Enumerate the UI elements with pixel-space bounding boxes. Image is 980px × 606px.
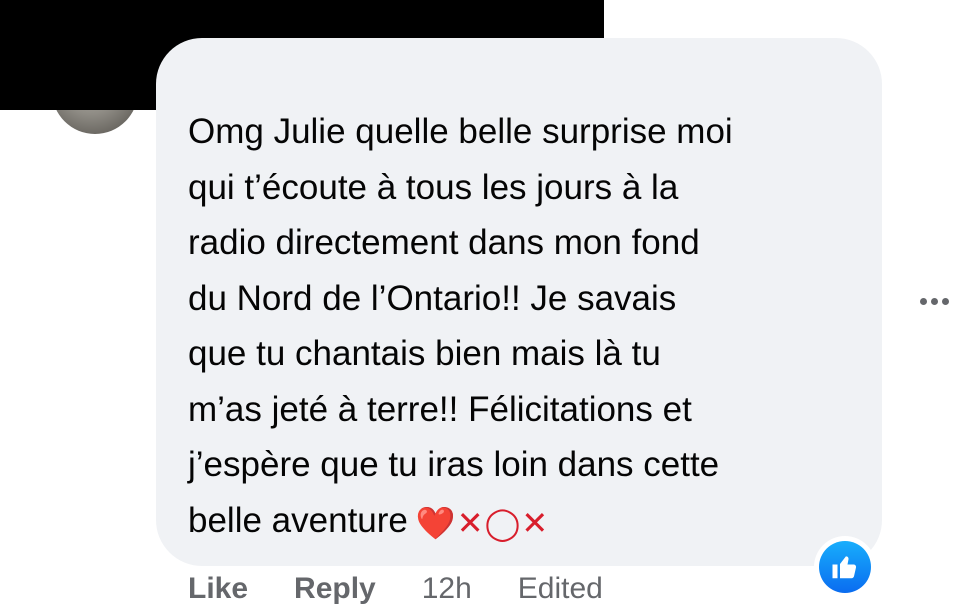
thumbs-up-icon [832,556,857,579]
o-emoji-icon: ◯ [484,504,522,541]
comment-emoji: ❤️✕◯✕ [416,505,549,541]
more-horizontal-icon-dot [941,297,949,305]
comment-body: Omg Julie quelle belle surprise moi qui … [188,112,733,540]
like-link[interactable]: Like [188,572,248,606]
x-emoji-icon: ✕ [521,504,550,541]
more-options-button[interactable] [912,286,956,316]
x-emoji-icon: ✕ [456,504,485,541]
comment-text: Omg Julie quelle belle surprise moi qui … [188,104,868,551]
comment-actions: Like Reply 12h Edited [188,572,603,606]
reply-link[interactable]: Reply [294,572,376,606]
like-reaction-badge[interactable] [814,536,876,598]
timestamp[interactable]: 12h [422,572,472,606]
more-horizontal-icon [919,297,927,305]
edited-label: Edited [517,572,603,605]
heart-emoji-icon: ❤️ [415,504,457,541]
more-horizontal-icon-dot [930,297,938,305]
like-reaction-circle [819,541,871,593]
